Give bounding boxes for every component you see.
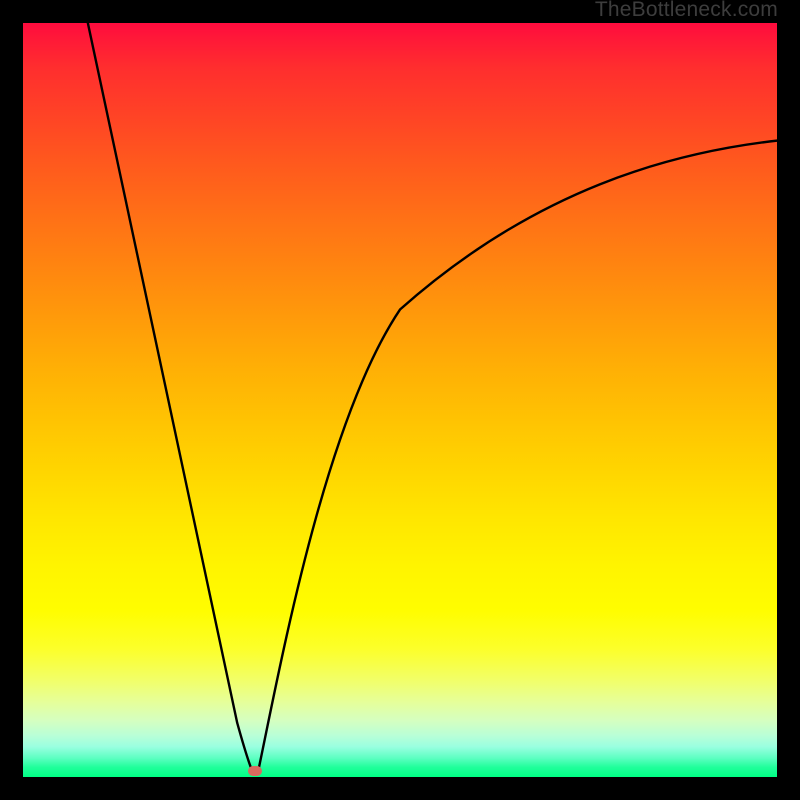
chart-frame: TheBottleneck.com: [0, 0, 800, 800]
watermark-text: TheBottleneck.com: [595, 0, 778, 22]
bottleneck-curve: [23, 23, 777, 777]
dip-marker: [248, 766, 262, 776]
plot-area: [23, 23, 777, 777]
